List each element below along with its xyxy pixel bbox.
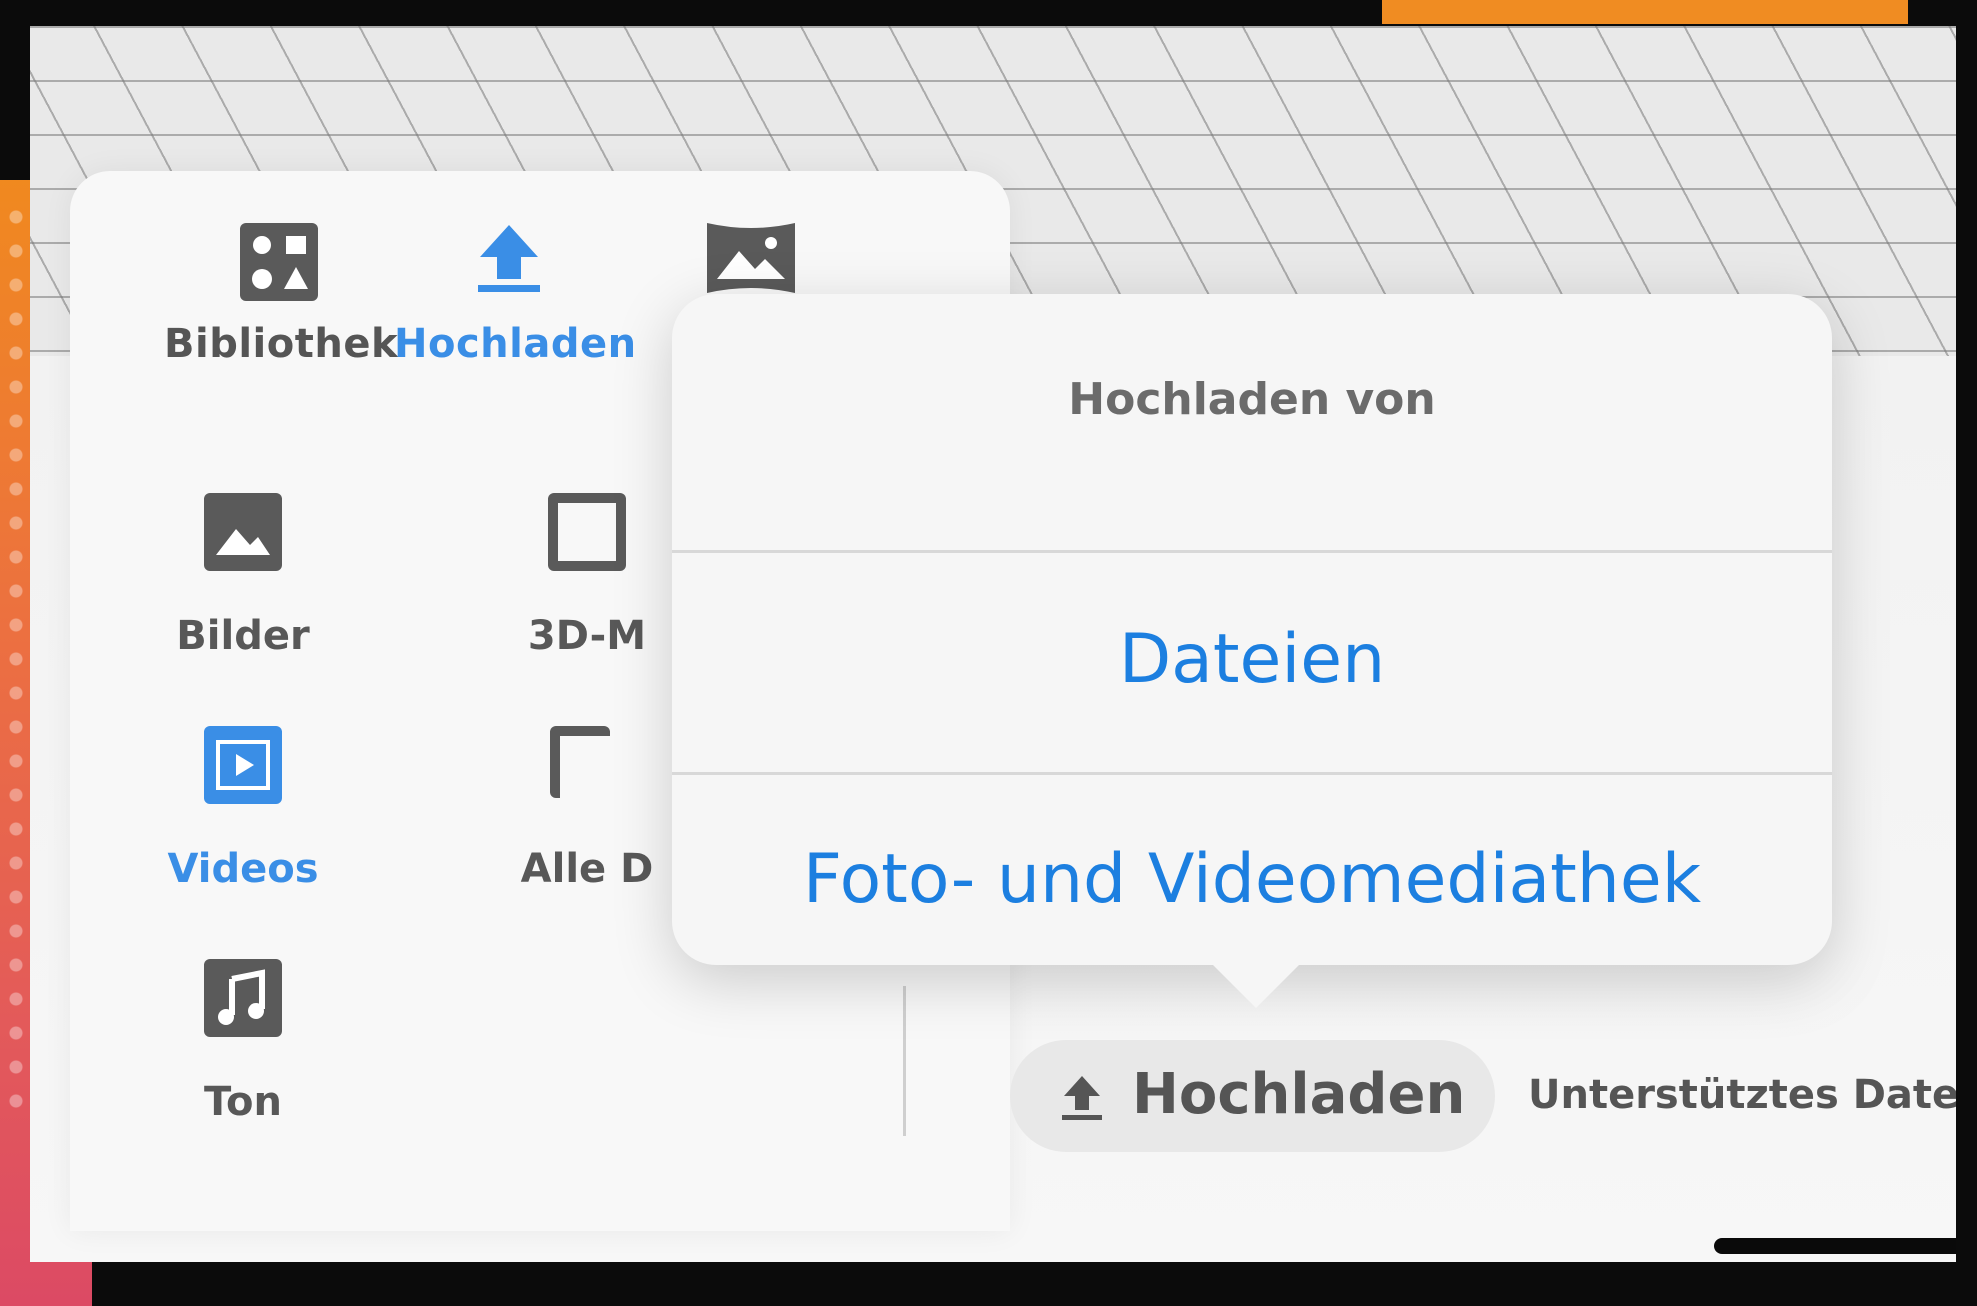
category-label: Ton xyxy=(204,1079,282,1125)
separator xyxy=(672,772,1832,775)
upload-button[interactable]: Hochladen xyxy=(1010,1040,1495,1152)
supported-format-note: Unterstütztes Dateifor xyxy=(1528,1072,1956,1118)
upload-arrow-icon xyxy=(1062,1076,1102,1120)
image-icon xyxy=(204,493,282,571)
category-label: Videos xyxy=(167,846,319,892)
decorative-orange-bar xyxy=(1382,0,1908,24)
tab-hochladen[interactable]: Hochladen xyxy=(394,171,637,371)
panorama-icon xyxy=(707,223,795,293)
3d-model-icon xyxy=(548,493,626,571)
panel-divider xyxy=(903,986,906,1136)
category-ton[interactable]: Ton xyxy=(118,959,368,1125)
tab-label: Bibliothek xyxy=(164,321,399,367)
category-label: Bilder xyxy=(176,613,310,659)
music-icon xyxy=(204,959,282,1037)
app-screenshot: Bibliothek Hochladen Bilder 3D-M Videos … xyxy=(30,26,1956,1262)
tab-bibliothek[interactable]: Bibliothek xyxy=(164,171,399,371)
upload-source-popover: Hochladen von Dateien Foto- und Videomed… xyxy=(672,294,1832,965)
category-videos[interactable]: Videos xyxy=(118,726,368,892)
popover-title: Hochladen von xyxy=(1068,374,1436,425)
category-bilder[interactable]: Bilder xyxy=(118,493,368,659)
home-indicator xyxy=(1714,1238,1956,1254)
all-files-icon xyxy=(550,726,610,798)
option-dateien[interactable]: Dateien xyxy=(672,620,1832,699)
video-icon xyxy=(204,726,282,804)
separator xyxy=(672,550,1832,553)
upload-icon xyxy=(478,225,540,292)
option-foto-und-videomediathek[interactable]: Foto- und Videomediathek xyxy=(672,840,1832,919)
popover-pointer xyxy=(1210,962,1302,1008)
decorative-dots xyxy=(2,200,30,1120)
library-shapes-icon xyxy=(240,223,318,301)
tab-label: Hochladen xyxy=(394,321,637,367)
upload-button-label: Hochladen xyxy=(1132,1062,1466,1127)
